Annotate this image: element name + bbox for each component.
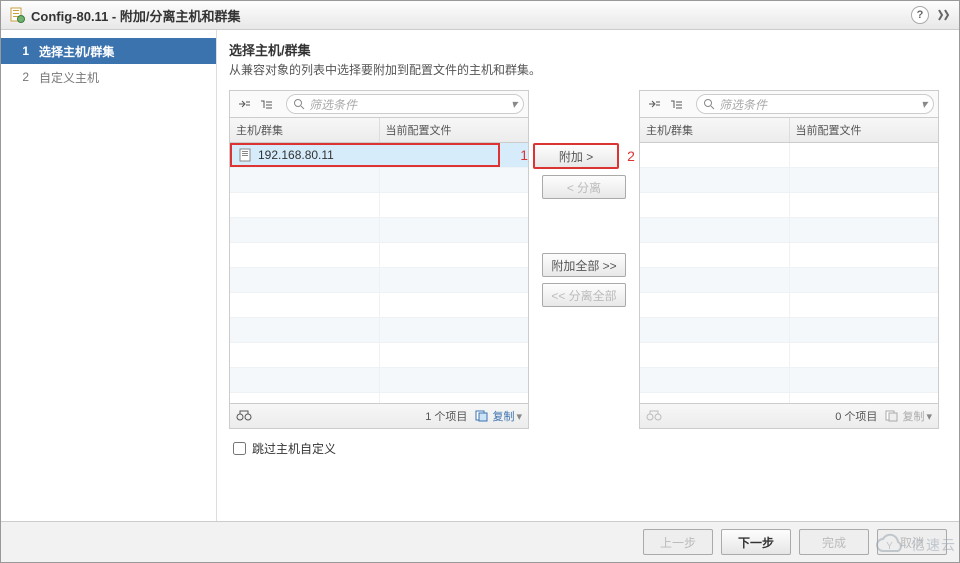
titlebar: Config-80.11 - 附加/分离主机和群集 ?: [1, 1, 959, 30]
transfer-buttons: 附加 > 2 < 分离 附加全部 >> << 分离全部: [529, 90, 639, 310]
selected-toolbar: 筛选条件 ▾: [639, 90, 939, 117]
available-grid-footer: 1 个项目 复制 ▾: [230, 403, 528, 428]
chevron-down-icon[interactable]: ▾: [926, 410, 932, 423]
chevron-down-icon: ▾: [921, 97, 927, 111]
search-icon: [703, 98, 715, 110]
help-button[interactable]: ?: [911, 6, 929, 24]
skip-checkbox-input[interactable]: [233, 442, 246, 455]
col-host[interactable]: 主机/群集: [640, 118, 790, 142]
back-button[interactable]: 上一步: [643, 529, 713, 555]
find-icon[interactable]: [236, 408, 252, 424]
available-toolbar: 筛选条件 ▾: [229, 90, 529, 117]
wizard-sidebar: 1 选择主机/群集 2 自定义主机: [1, 30, 217, 521]
skip-customize-checkbox[interactable]: 跳过主机自定义: [229, 439, 947, 458]
selected-grid-header: 主机/群集 当前配置文件: [640, 118, 938, 143]
next-button[interactable]: 下一步: [721, 529, 791, 555]
collapse-icon[interactable]: [256, 94, 276, 114]
selected-grid: 主机/群集 当前配置文件: [639, 117, 939, 429]
page-heading: 选择主机/群集: [229, 40, 947, 59]
annotation-1: 1: [520, 147, 528, 163]
dual-list-picker: 筛选条件 ▾ 主机/群集 当前配置文件: [229, 90, 947, 429]
page-description: 从兼容对象的列表中选择要附加到配置文件的主机和群集。: [229, 61, 947, 78]
selected-grid-body: [640, 143, 938, 403]
wizard-footer: 上一步 下一步 完成 取消: [1, 521, 959, 562]
expand-icon[interactable]: [234, 94, 254, 114]
watermark: Y 亿速云: [873, 533, 956, 557]
selected-count: 0 个项目: [835, 408, 877, 424]
expand-icon[interactable]: [644, 94, 664, 114]
selected-filter[interactable]: 筛选条件 ▾: [696, 94, 934, 114]
profile-icon: [9, 7, 25, 23]
attach-button[interactable]: 附加 >: [533, 143, 619, 169]
search-icon: [293, 98, 305, 110]
wizard-step-select-hosts[interactable]: 1 选择主机/群集: [1, 38, 216, 64]
table-row[interactable]: 192.168.80.11 1: [230, 143, 528, 168]
host-icon: [238, 148, 252, 162]
wizard-step-customize[interactable]: 2 自定义主机: [1, 64, 216, 90]
main-content: 选择主机/群集 从兼容对象的列表中选择要附加到配置文件的主机和群集。: [217, 30, 959, 521]
detach-all-button[interactable]: << 分离全部: [542, 283, 626, 307]
selected-grid-footer: 0 个项目 复制 ▾: [640, 403, 938, 428]
attach-all-button[interactable]: 附加全部 >>: [542, 253, 626, 277]
collapse-icon[interactable]: [666, 94, 686, 114]
available-grid-header: 主机/群集 当前配置文件: [230, 118, 528, 143]
col-profile[interactable]: 当前配置文件: [790, 118, 939, 142]
cloud-icon: Y: [873, 533, 907, 557]
available-grid: 主机/群集 当前配置文件 192.168.80.11: [229, 117, 529, 429]
available-filter[interactable]: 筛选条件 ▾: [286, 94, 524, 114]
dialog: Config-80.11 - 附加/分离主机和群集 ? 1 选择主机/群集 2 …: [0, 0, 960, 563]
chevron-down-icon: ▾: [511, 97, 517, 111]
selected-panel: 筛选条件 ▾ 主机/群集 当前配置文件: [639, 90, 939, 429]
copy-button[interactable]: 复制: [475, 408, 514, 424]
svg-text:Y: Y: [886, 541, 894, 552]
annotation-2: 2: [627, 148, 635, 164]
advance-icon[interactable]: [937, 8, 951, 22]
finish-button[interactable]: 完成: [799, 529, 869, 555]
dialog-title: Config-80.11 - 附加/分离主机和群集: [31, 6, 240, 25]
col-profile[interactable]: 当前配置文件: [380, 118, 529, 142]
chevron-down-icon[interactable]: ▾: [516, 410, 522, 423]
find-icon[interactable]: [646, 408, 662, 424]
detach-button[interactable]: < 分离: [542, 175, 626, 199]
available-grid-body: 192.168.80.11 1: [230, 143, 528, 403]
copy-button[interactable]: 复制: [885, 408, 924, 424]
col-host[interactable]: 主机/群集: [230, 118, 380, 142]
dialog-body: 1 选择主机/群集 2 自定义主机 选择主机/群集 从兼容对象的列表中选择要附加…: [1, 30, 959, 521]
available-panel: 筛选条件 ▾ 主机/群集 当前配置文件: [229, 90, 529, 429]
available-count: 1 个项目: [425, 408, 467, 424]
